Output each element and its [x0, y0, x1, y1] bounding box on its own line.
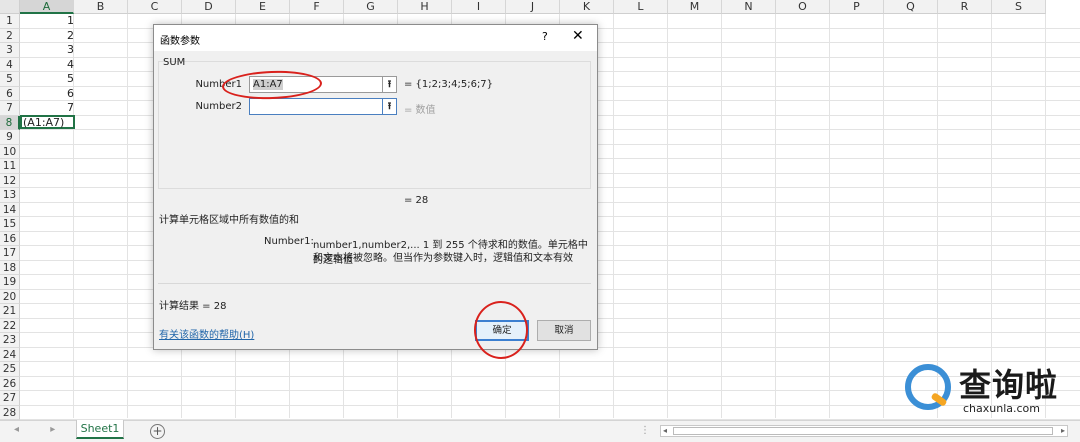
- column-header-b[interactable]: B: [74, 0, 128, 14]
- arg-description-label: Number1:: [264, 236, 314, 247]
- column-header-o[interactable]: O: [776, 0, 830, 14]
- row-header-2[interactable]: 2: [0, 28, 20, 43]
- watermark-logo: 查询啦 chaxunla.com: [903, 360, 1073, 420]
- row-header-19[interactable]: 19: [0, 275, 20, 290]
- row-header-16[interactable]: 16: [0, 231, 20, 246]
- magnifier-logo-icon: [905, 364, 951, 410]
- row-header-3[interactable]: 3: [0, 43, 20, 58]
- close-icon[interactable]: ✕: [572, 28, 584, 44]
- column-header-e[interactable]: E: [236, 0, 290, 14]
- dialog-separator: [158, 283, 591, 284]
- cancel-button[interactable]: 取消: [537, 320, 591, 341]
- function-arguments-dialog: 函数参数 ? ✕ SUM Number1 A1:A7 ⭱ = {1;2;3;4;…: [153, 24, 598, 359]
- number1-collapse-icon[interactable]: ⭱: [382, 76, 397, 93]
- number2-label: Number2: [195, 101, 242, 112]
- cell-a4[interactable]: 4: [20, 58, 74, 72]
- column-header-a[interactable]: A: [20, 0, 74, 14]
- row-header-6[interactable]: 6: [0, 86, 20, 101]
- cell-a6[interactable]: 6: [20, 87, 74, 101]
- add-sheet-icon[interactable]: +: [150, 424, 165, 439]
- row-header-22[interactable]: 22: [0, 318, 20, 333]
- sheet-nav-arrows[interactable]: ◂ ▸: [14, 424, 69, 435]
- cell-a2[interactable]: 2: [20, 29, 74, 43]
- column-header-r[interactable]: R: [938, 0, 992, 14]
- cell-a1[interactable]: 1: [20, 14, 74, 28]
- column-header-m[interactable]: M: [668, 0, 722, 14]
- scroll-right-icon[interactable]: ▸: [1061, 426, 1065, 436]
- column-header-s[interactable]: S: [992, 0, 1046, 14]
- row-header-5[interactable]: 5: [0, 72, 20, 87]
- row-header-9[interactable]: 9: [0, 130, 20, 145]
- row-header-11[interactable]: 11: [0, 159, 20, 174]
- tab-splitter-icon[interactable]: ⋮: [640, 425, 650, 436]
- row-header-27[interactable]: 27: [0, 391, 20, 406]
- row-header-7[interactable]: 7: [0, 101, 20, 116]
- row-header-8[interactable]: 8: [0, 115, 20, 130]
- row-header-10[interactable]: 10: [0, 144, 20, 159]
- column-header-j[interactable]: J: [506, 0, 560, 14]
- cell-a7[interactable]: 7: [20, 101, 74, 115]
- watermark-url: chaxunla.com: [963, 402, 1040, 415]
- row-header-15[interactable]: 15: [0, 217, 20, 232]
- dialog-title: 函数参数: [160, 36, 200, 47]
- row-header-28[interactable]: 28: [0, 405, 20, 420]
- row-header-26[interactable]: 26: [0, 376, 20, 391]
- sheet-tab-sheet1[interactable]: Sheet1: [76, 420, 124, 439]
- formula-total: = 28: [404, 195, 429, 206]
- number2-result: = 数值: [404, 105, 436, 116]
- sheet-tabs-bar: ◂ ▸ Sheet1 + ⋮ ◂ ▸: [0, 420, 1080, 442]
- number2-input[interactable]: [249, 98, 383, 115]
- cell-a3[interactable]: 3: [20, 43, 74, 57]
- calc-result: 计算结果 = 28: [159, 301, 227, 312]
- column-header-n[interactable]: N: [722, 0, 776, 14]
- active-cell-text: (A1:A7): [23, 116, 65, 129]
- select-all-corner[interactable]: [0, 0, 20, 14]
- scrollbar-thumb[interactable]: [673, 427, 1053, 435]
- column-header-q[interactable]: Q: [884, 0, 938, 14]
- column-header-p[interactable]: P: [830, 0, 884, 14]
- function-name: SUM: [163, 57, 186, 68]
- number2-collapse-icon[interactable]: ⭱: [382, 98, 397, 115]
- column-header-f[interactable]: F: [290, 0, 344, 14]
- row-header-4[interactable]: 4: [0, 57, 20, 72]
- row-header-18[interactable]: 18: [0, 260, 20, 275]
- row-header-12[interactable]: 12: [0, 173, 20, 188]
- row-header-24[interactable]: 24: [0, 347, 20, 362]
- row-header-1[interactable]: 1: [0, 14, 20, 29]
- active-cell-a8[interactable]: (A1:A7): [20, 115, 75, 129]
- column-header-h[interactable]: H: [398, 0, 452, 14]
- arg-description-line2: 和文本将被忽略。但当作为参数键入时，逻辑值和文本有效: [313, 253, 573, 264]
- annotation-circle-ok: [474, 301, 528, 359]
- row-header-25[interactable]: 25: [0, 362, 20, 377]
- column-header-c[interactable]: C: [128, 0, 182, 14]
- row-header-13[interactable]: 13: [0, 188, 20, 203]
- row-header-17[interactable]: 17: [0, 246, 20, 261]
- cell-a5[interactable]: 5: [20, 72, 74, 86]
- watermark-brand: 查询啦: [959, 366, 1059, 404]
- horizontal-scrollbar[interactable]: ◂ ▸: [660, 425, 1068, 437]
- column-header-l[interactable]: L: [614, 0, 668, 14]
- number1-result: = {1;2;3;4;5;6;7}: [404, 79, 494, 90]
- function-help-link[interactable]: 有关该函数的帮助(H): [159, 326, 254, 341]
- row-header-23[interactable]: 23: [0, 333, 20, 348]
- column-header-d[interactable]: D: [182, 0, 236, 14]
- row-header-14[interactable]: 14: [0, 202, 20, 217]
- column-header-i[interactable]: I: [452, 0, 506, 14]
- column-header-g[interactable]: G: [344, 0, 398, 14]
- column-header-k[interactable]: K: [560, 0, 614, 14]
- row-header-21[interactable]: 21: [0, 304, 20, 319]
- help-icon[interactable]: ?: [542, 30, 548, 43]
- dialog-title-bar: 函数参数 ? ✕: [154, 25, 597, 51]
- row-header-20[interactable]: 20: [0, 289, 20, 304]
- scroll-left-icon[interactable]: ◂: [663, 426, 667, 436]
- function-description: 计算单元格区域中所有数值的和: [159, 215, 299, 226]
